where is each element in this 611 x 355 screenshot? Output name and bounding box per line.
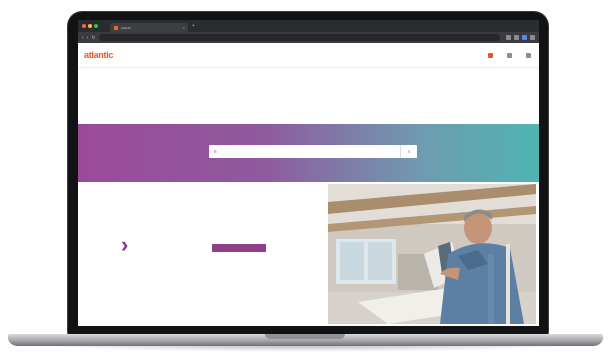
header-link-cart[interactable]	[526, 52, 533, 58]
extension-icon[interactable]	[506, 35, 511, 40]
browser-tab-bar: Atlantic × +	[78, 20, 539, 32]
laptop-notch	[265, 334, 345, 339]
cart-icon	[526, 52, 531, 58]
maximize-window-icon[interactable]	[94, 24, 98, 28]
favicon-icon	[114, 25, 118, 30]
back-icon[interactable]: ‹	[82, 35, 84, 41]
reload-icon[interactable]: ↻	[91, 35, 95, 41]
header-links	[488, 52, 533, 58]
welcome-message	[78, 96, 539, 104]
hero-banner: ≡ ⌕	[78, 124, 539, 182]
site-header: atlantic	[78, 43, 539, 68]
search-box: ≡ ⌕	[209, 145, 417, 158]
extension-icon[interactable]	[514, 35, 519, 40]
brand-logo[interactable]: atlantic	[84, 50, 113, 60]
cta-block	[146, 236, 266, 252]
main-content: ›	[78, 182, 539, 326]
extension-icon[interactable]	[522, 35, 527, 40]
cta-row	[146, 244, 266, 252]
minimize-window-icon[interactable]	[88, 24, 92, 28]
user-icon	[507, 52, 512, 58]
technician-photo	[328, 184, 536, 324]
menu-icon[interactable]	[530, 35, 535, 40]
browser-tab[interactable]: Atlantic ×	[110, 23, 188, 32]
home-icon	[488, 52, 493, 58]
header-link-account[interactable]	[507, 52, 514, 58]
chevron-right-icon: ›	[121, 232, 129, 257]
tab-close-icon[interactable]: ×	[183, 25, 185, 30]
technician-illustration	[328, 184, 536, 324]
url-input[interactable]	[98, 34, 500, 41]
filter-icon[interactable]: ≡	[214, 149, 217, 155]
forward-icon[interactable]: ›	[87, 35, 89, 41]
extension-icons	[506, 35, 535, 40]
header-link-home[interactable]	[488, 52, 495, 58]
address-bar: ‹ › ↻	[78, 32, 539, 43]
laptop-screen: Atlantic × + ‹ › ↻ atlantic ≡ ⌕ ›	[78, 20, 539, 326]
new-tab-icon[interactable]: +	[192, 23, 195, 29]
close-window-icon[interactable]	[82, 24, 86, 28]
cta-button[interactable]	[211, 244, 266, 252]
site-nav	[78, 68, 539, 82]
info-block	[118, 207, 238, 209]
search-button[interactable]: ⌕	[400, 145, 417, 158]
tab-title: Atlantic	[121, 25, 131, 30]
